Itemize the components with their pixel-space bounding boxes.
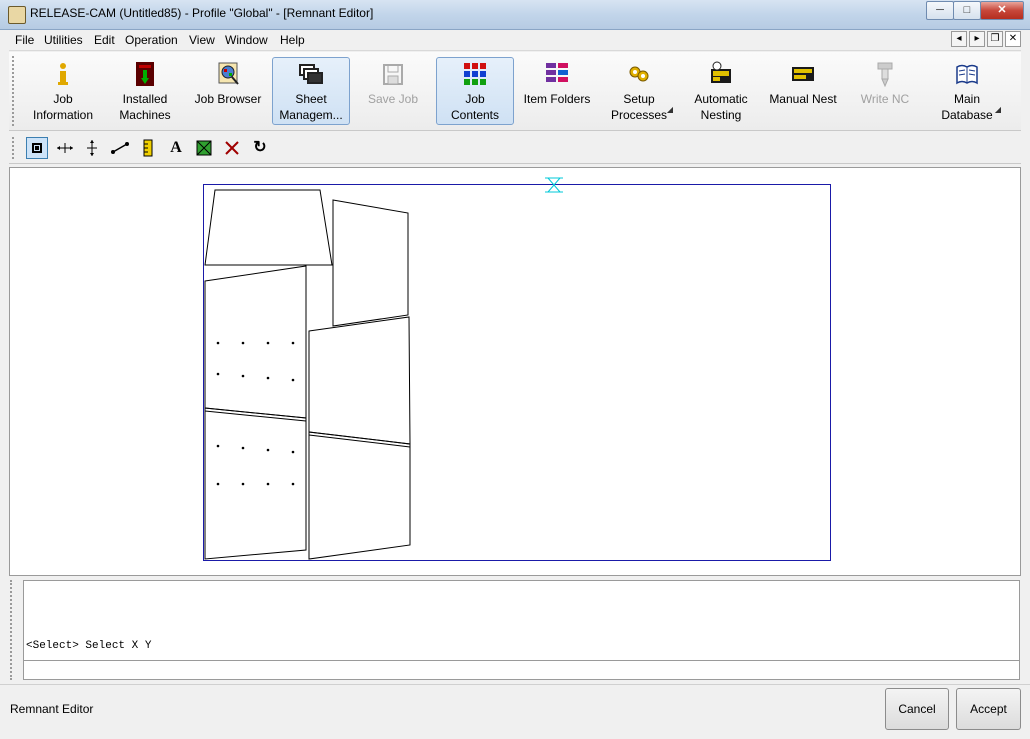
- setup-processes-icon: [629, 66, 649, 82]
- remnant-drawing[interactable]: [10, 168, 1020, 575]
- job-information-label: Job Information: [32, 92, 94, 122]
- undo-tool-button[interactable]: ↻: [249, 137, 271, 159]
- command-window: <Select> Select X Y: [23, 580, 1020, 680]
- vertical-cut-icon: [87, 140, 97, 156]
- mdi-restore-button[interactable]: ❐: [987, 31, 1003, 47]
- write-nc-icon: [877, 62, 893, 87]
- job-information-button[interactable]: Job Information: [24, 57, 102, 125]
- part-left-top[interactable]: [204, 265, 307, 419]
- job-browser-icon: [218, 62, 239, 85]
- close-button[interactable]: ✕: [980, 1, 1024, 20]
- save-job-label: Save Job: [367, 92, 419, 106]
- installed-machines-label: Installed Machines: [119, 92, 171, 122]
- text-tool-button[interactable]: A: [165, 137, 187, 159]
- menu-view[interactable]: View: [189, 33, 215, 47]
- command-input[interactable]: [24, 660, 1019, 678]
- status-bar: Remnant Editor Cancel Accept: [0, 684, 1030, 739]
- sheet-management-button[interactable]: Sheet Managem...: [272, 57, 350, 125]
- job-contents-icon: [464, 63, 486, 85]
- mdi-controls: ◂ ▸ ❐ ✕: [949, 31, 1021, 47]
- sheet-management-icon: [299, 64, 323, 84]
- drawing-toolbar-grip[interactable]: [12, 137, 17, 159]
- line-icon: [111, 142, 129, 154]
- item-folders-label: Item Folders: [523, 92, 591, 106]
- delete-tool-button[interactable]: [221, 137, 243, 159]
- command-grip[interactable]: [10, 580, 16, 680]
- item-folders-icon: [546, 63, 568, 82]
- manual-nest-icon: [792, 67, 814, 81]
- mdi-close-button[interactable]: ✕: [1005, 31, 1021, 47]
- main-database-icon: [956, 64, 978, 85]
- fill-remnant-tool-button[interactable]: [193, 137, 215, 159]
- menu-window[interactable]: Window: [225, 33, 268, 47]
- horizontal-cut-icon: [57, 143, 73, 153]
- menu-utilities[interactable]: Utilities: [44, 33, 83, 47]
- part-middle-right[interactable]: [308, 316, 411, 445]
- main-database-button[interactable]: Main Database ◢: [928, 57, 1006, 125]
- save-icon: [383, 64, 403, 85]
- application-window: RELEASE-CAM (Untitled85) - Profile "Glob…: [0, 0, 1030, 739]
- write-nc-button[interactable]: Write NC: [846, 57, 924, 125]
- machine-icon: [136, 62, 154, 86]
- window-controls: ─ □ ✕: [926, 1, 1024, 20]
- part-trapezoid[interactable]: [204, 189, 333, 266]
- menu-bar: File Utilities Edit Operation View Windo…: [9, 30, 1021, 51]
- drawing-toolbar: A ↻: [9, 133, 1021, 164]
- select-tool-button[interactable]: [26, 137, 48, 159]
- vertical-cut-tool-button[interactable]: [81, 137, 103, 159]
- sheet-boundary[interactable]: [203, 184, 831, 561]
- item-folders-button[interactable]: Item Folders: [518, 57, 596, 125]
- accept-button[interactable]: Accept: [956, 688, 1021, 730]
- fill-remnant-icon: [196, 140, 212, 156]
- menu-operation[interactable]: Operation: [125, 33, 178, 47]
- part-bottom-right[interactable]: [308, 431, 411, 560]
- installed-machines-button[interactable]: Installed Machines: [106, 57, 184, 125]
- drawing-canvas[interactable]: [9, 167, 1021, 576]
- delete-icon: [225, 141, 239, 155]
- title-bar: RELEASE-CAM (Untitled85) - Profile "Glob…: [0, 0, 1030, 30]
- main-toolbar: Job Information Installed Machines Job B…: [9, 52, 1021, 131]
- app-icon[interactable]: [8, 6, 26, 24]
- command-prompt: <Select> Select X Y: [26, 640, 152, 652]
- info-icon: [58, 63, 68, 85]
- manual-nest-label: Manual Nest: [769, 92, 837, 106]
- mdi-next-button[interactable]: ▸: [969, 31, 985, 47]
- menu-edit[interactable]: Edit: [94, 33, 115, 47]
- sheet-management-label: Sheet Managem...: [279, 92, 343, 122]
- setup-processes-label: Setup Processes: [610, 92, 668, 122]
- line-tool-button[interactable]: [109, 137, 131, 159]
- setup-processes-button[interactable]: Setup Processes ◢: [600, 57, 678, 125]
- menu-file[interactable]: File: [15, 33, 34, 47]
- job-browser-label: Job Browser: [194, 92, 262, 106]
- save-job-button[interactable]: Save Job: [354, 57, 432, 125]
- part-upper-right[interactable]: [332, 199, 409, 327]
- main-database-dropdown-icon[interactable]: ◢: [995, 102, 1001, 118]
- write-nc-label: Write NC: [860, 92, 910, 106]
- main-database-label: Main Database: [941, 92, 993, 122]
- status-text: Remnant Editor: [10, 702, 94, 716]
- part-left-bottom[interactable]: [204, 407, 307, 560]
- setup-processes-dropdown-icon[interactable]: ◢: [667, 102, 673, 118]
- manual-nest-button[interactable]: Manual Nest: [764, 57, 842, 125]
- automatic-nesting-label: Automatic Nesting: [694, 92, 748, 122]
- automatic-nesting-icon: [711, 61, 731, 83]
- menu-help[interactable]: Help: [280, 33, 305, 47]
- minimize-button[interactable]: ─: [926, 1, 954, 20]
- cancel-button[interactable]: Cancel: [885, 688, 949, 730]
- job-contents-button[interactable]: Job Contents: [436, 57, 514, 125]
- job-contents-label: Job Contents: [450, 92, 500, 122]
- mdi-prev-button[interactable]: ◂: [951, 31, 967, 47]
- toolbar-grip[interactable]: [12, 56, 17, 126]
- window-title: RELEASE-CAM (Untitled85) - Profile "Glob…: [30, 6, 374, 20]
- part-seam: [308, 434, 411, 448]
- horizontal-cut-tool-button[interactable]: [54, 137, 76, 159]
- ruler-icon: [143, 139, 153, 157]
- automatic-nesting-button[interactable]: Automatic Nesting: [682, 57, 760, 125]
- select-icon: [32, 143, 42, 153]
- maximize-button[interactable]: □: [953, 1, 981, 20]
- job-browser-button[interactable]: Job Browser: [189, 57, 267, 125]
- measure-tool-button[interactable]: [137, 137, 159, 159]
